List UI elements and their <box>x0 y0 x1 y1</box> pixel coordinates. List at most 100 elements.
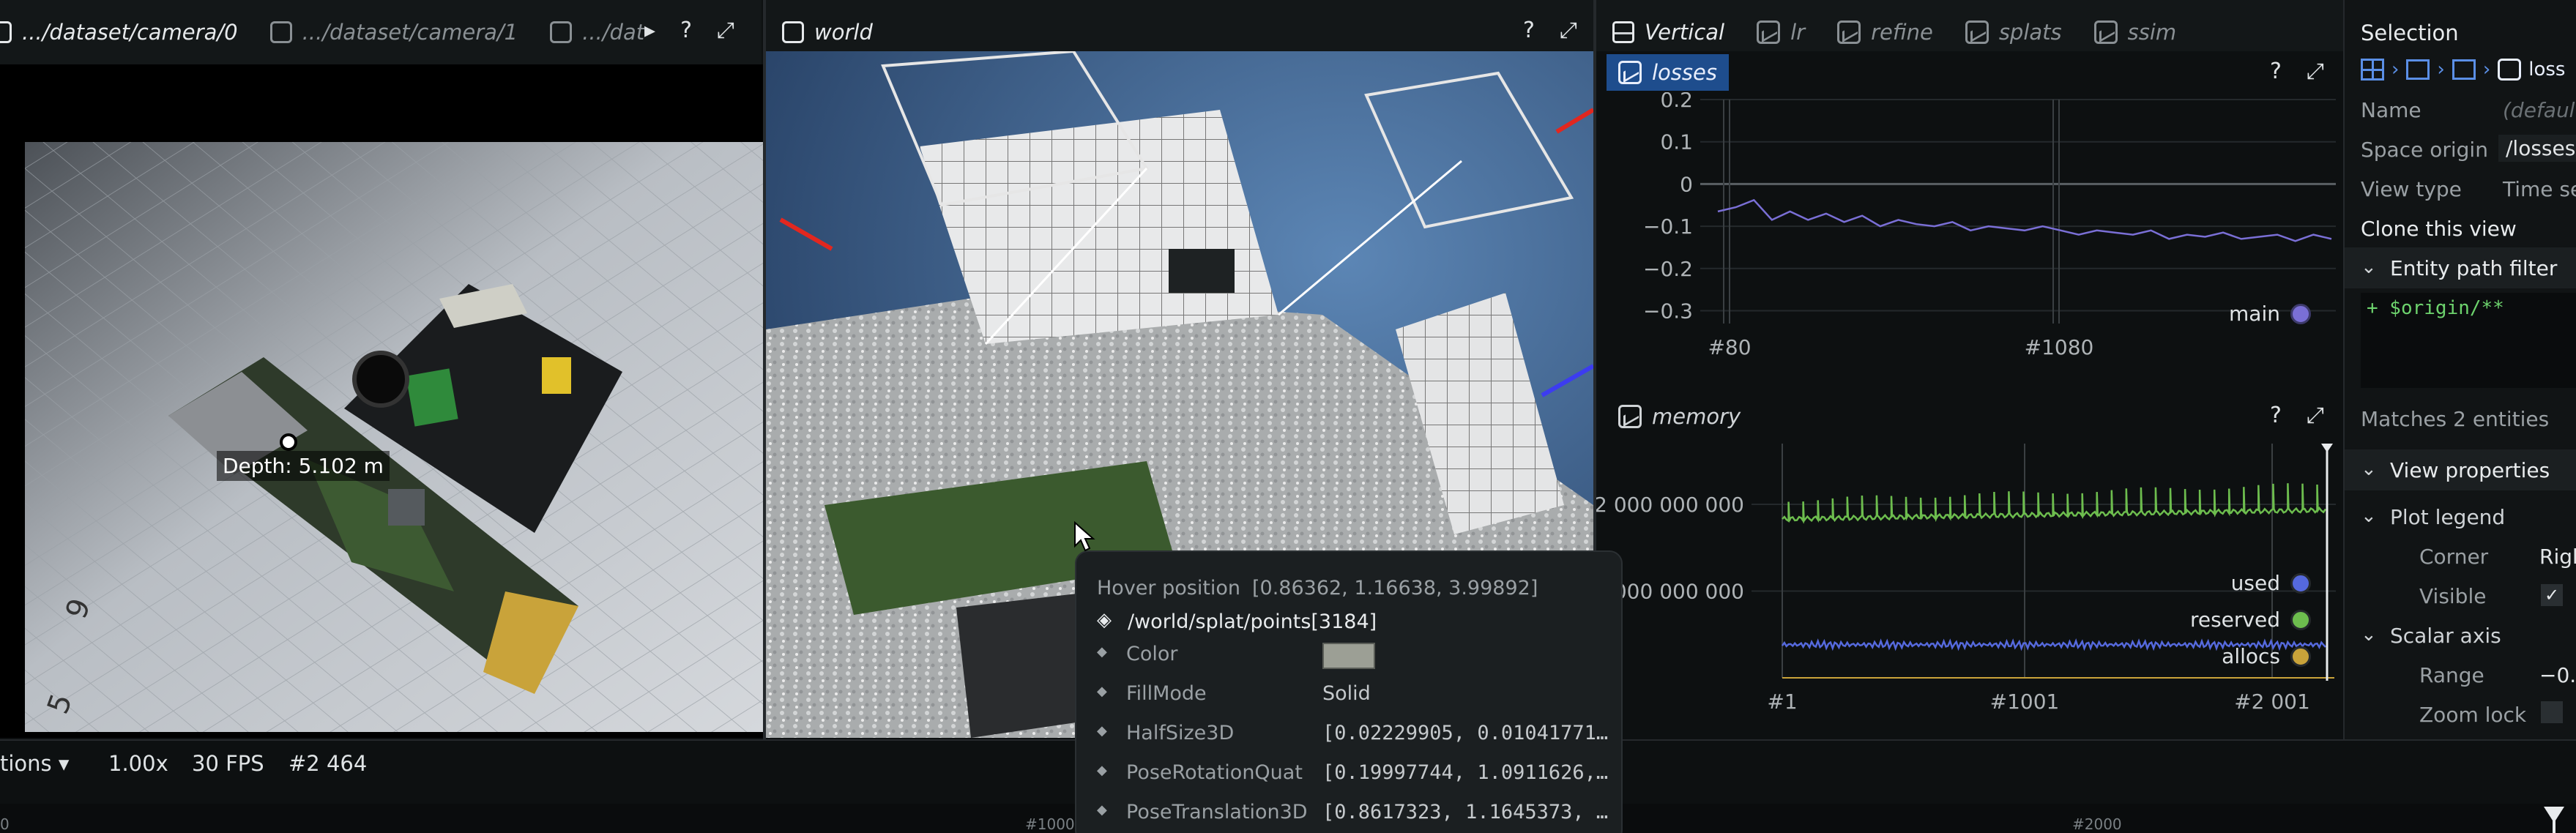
chevron-down-icon: ⌄ <box>2361 624 2377 646</box>
tab-world-label: world <box>814 20 873 45</box>
chevron-right-icon: › <box>2437 59 2445 81</box>
hover-tooltip: Hover position [0.86362, 1.16638, 3.9989… <box>1075 550 1623 833</box>
y-tick-label: 0 <box>1680 172 1693 196</box>
space-origin-field[interactable]: /losses <box>2498 135 2576 162</box>
component-value: [0.02229905, 0.01041771… <box>1322 722 1609 744</box>
tab-ssim-label: ssim <box>2127 20 2177 45</box>
x-tick-label: #1080 <box>2025 335 2094 359</box>
memory-title[interactable]: memory <box>1607 398 1752 435</box>
hover-position-value: [0.86362, 1.16638, 3.99892] <box>1252 577 1538 599</box>
losses-actions: ? ⤢ <box>2270 59 2324 84</box>
tab-lr-label: lr <box>1790 20 1806 45</box>
hover-position-label: Hover position <box>1097 577 1241 599</box>
selection-panel: Selection › › › loss Name (default Space… <box>2343 0 2576 739</box>
losses-legend-main[interactable]: main <box>2229 302 2311 326</box>
expand-icon[interactable]: ⤢ <box>2307 403 2324 428</box>
losses-title[interactable]: losses <box>1607 54 1729 91</box>
timeline-tick: #1000 <box>1025 815 1075 833</box>
tab-camera-0[interactable]: .../dataset/camera/0 <box>0 0 254 64</box>
clone-view-button[interactable]: Clone this view <box>2361 217 2517 241</box>
timeseries-icon <box>2093 20 2118 44</box>
view-properties-header[interactable]: ⌄ View properties <box>2345 449 2576 490</box>
fps-field[interactable]: 30 FPS <box>192 751 264 776</box>
viewport-icon[interactable] <box>2361 59 2384 81</box>
selection-title: Selection <box>2361 20 2459 45</box>
options-label: tions <box>0 751 52 776</box>
legend-swatch <box>2290 303 2311 324</box>
expand-icon[interactable]: ⤢ <box>717 18 734 43</box>
current-frame[interactable]: #2 464 <box>289 751 367 776</box>
help-button[interactable]: ? <box>2270 403 2282 428</box>
entity-icon: ◈ <box>1097 609 1112 631</box>
losses-title-label: losses <box>1652 60 1717 85</box>
camera-view[interactable]: 5 9 Depth: 5.102 m <box>0 64 763 738</box>
timeseries-icon <box>1837 20 1861 44</box>
playback-speed[interactable]: 1.00x <box>108 751 168 776</box>
help-button[interactable]: ? <box>680 18 692 43</box>
camera-image: 5 9 <box>25 142 763 732</box>
vertical-container-icon[interactable] <box>2452 59 2476 80</box>
memory-title-label: memory <box>1652 404 1741 429</box>
hover-point-marker <box>280 433 297 451</box>
tab-splats-label: splats <box>1998 20 2062 45</box>
x-tick-label: #80 <box>1708 335 1751 359</box>
view-type-value: Time ser <box>2503 177 2576 201</box>
losses-plot-panel: losses ? ⤢ 0.2 0.1 0 −0.1 −0.2 −0.3 #80 #1080 m… <box>1596 51 2343 395</box>
chevron-down-icon: ▾ <box>58 751 70 776</box>
tab-refine-label: refine <box>1871 20 1933 45</box>
hover-entity-path: /world/splat/points[3184] <box>1128 610 1377 633</box>
chevron-down-icon: ⌄ <box>2361 505 2377 527</box>
tab-camera-1-label: .../dataset/camera/1 <box>302 20 518 45</box>
playback-options[interactable]: tions ▾ <box>0 751 69 776</box>
color-swatch <box>1322 643 1375 669</box>
tab-vertical-label: Vertical <box>1645 20 1725 45</box>
name-field[interactable]: (default <box>2503 98 2576 122</box>
chevron-right-icon: › <box>2482 59 2491 81</box>
corner-label: Corner <box>2419 545 2489 569</box>
x-tick-label: #1 <box>1767 690 1797 714</box>
filter-editor[interactable]: + $origin/** <box>2361 293 2576 388</box>
view-type-label: View type <box>2361 177 2462 201</box>
range-value[interactable]: −0.3 <box>2539 663 2576 687</box>
mouse-cursor-icon <box>1074 521 1095 552</box>
filter-expression: + $origin/** <box>2367 297 2504 319</box>
camera-tab-actions: ▸ ? ⤢ <box>644 18 734 43</box>
timeseries-icon <box>1618 61 1642 84</box>
zoom-lock-checkbox[interactable] <box>2541 701 2563 723</box>
help-button[interactable]: ? <box>1523 18 1535 43</box>
component-name: Color <box>1126 643 1178 665</box>
breadcrumb: › › › loss <box>2361 59 2565 81</box>
losses-chart[interactable]: 0.2 0.1 0 −0.1 −0.2 −0.3 #80 #1080 <box>1596 92 2343 395</box>
view-2d-icon <box>550 21 573 43</box>
y-tick-label: −0.1 <box>1643 214 1693 239</box>
more-tabs-button[interactable]: ▸ <box>644 18 655 43</box>
help-button[interactable]: ? <box>2270 59 2282 84</box>
legend-label: used <box>2230 571 2280 595</box>
memory-legend-used[interactable]: used <box>2231 571 2311 595</box>
view-properties-label: View properties <box>2390 458 2550 482</box>
x-tick-label: #2 001 <box>2234 690 2310 714</box>
y-tick-label: −0.2 <box>1643 257 1693 281</box>
pane-divider[interactable] <box>763 0 766 739</box>
depth-label: Depth: 5.102 m <box>217 451 390 481</box>
timeseries-icon[interactable] <box>2498 59 2522 81</box>
memory-legend-allocs[interactable]: allocs <box>2222 644 2311 668</box>
x-tick-label: #1001 <box>1990 690 2060 714</box>
legend-swatch <box>2290 572 2311 594</box>
corner-select[interactable]: Righ <box>2539 545 2576 569</box>
scalar-axis-label[interactable]: Scalar axis <box>2390 624 2501 648</box>
expand-icon[interactable]: ⤢ <box>2307 59 2324 84</box>
visible-checkbox[interactable]: ✓ <box>2541 584 2563 606</box>
expand-icon[interactable]: ⤢ <box>1560 18 1577 43</box>
memory-legend-reserved[interactable]: reserved <box>2190 608 2311 632</box>
name-label: Name <box>2361 98 2421 122</box>
component-name: HalfSize3D <box>1126 722 1235 744</box>
legend-swatch <box>2290 646 2311 667</box>
tabs-container-icon[interactable] <box>2406 59 2430 80</box>
tab-camera-1[interactable]: .../dataset/camera/1 <box>254 0 535 64</box>
bullet-icon: ◆ <box>1097 802 1107 818</box>
plot-legend-label[interactable]: Plot legend <box>2390 505 2505 529</box>
zoom-lock-label: Zoom lock <box>2419 703 2527 727</box>
entity-path-filter-header[interactable]: ⌄ Entity path filter <box>2345 247 2576 288</box>
breadcrumb-current: loss <box>2528 59 2566 81</box>
